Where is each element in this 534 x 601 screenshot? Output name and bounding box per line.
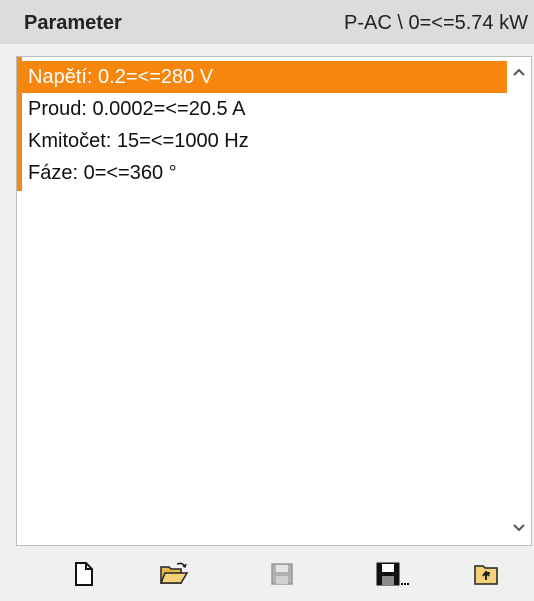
list-item-current[interactable]: Proud: 0.0002=<=20.5 A <box>22 93 507 125</box>
list-toolbar <box>16 552 532 598</box>
list-item-frequency[interactable]: Kmitočet: 15=<=1000 Hz <box>22 125 507 157</box>
open-folder-icon <box>159 561 189 592</box>
save-as-icon <box>375 561 409 592</box>
vertical-scrollbar[interactable] <box>507 57 531 545</box>
folder-up-icon <box>473 562 499 591</box>
panel-title: Parameter <box>24 12 122 34</box>
device-range-info: P-AC \ 0=<=5.74 kW <box>344 12 528 34</box>
parameter-list[interactable]: Napětí: 0.2=<=280 V Proud: 0.0002=<=20.5… <box>16 56 532 546</box>
parameter-list-area: Napětí: 0.2=<=280 V Proud: 0.0002=<=20.5… <box>17 57 507 545</box>
new-document-icon <box>73 561 95 592</box>
list-item-voltage[interactable]: Napětí: 0.2=<=280 V <box>22 61 507 93</box>
parameter-panel: Parameter P-AC \ 0=<=5.74 kW Napětí: 0.2… <box>0 0 534 601</box>
new-button[interactable] <box>64 556 104 596</box>
panel-header: Parameter P-AC \ 0=<=5.74 kW <box>0 0 534 44</box>
open-button[interactable] <box>154 556 194 596</box>
save-icon <box>270 562 294 591</box>
save-as-button[interactable] <box>372 556 412 596</box>
chevron-down-icon[interactable] <box>507 517 531 541</box>
save-button[interactable] <box>262 556 302 596</box>
folder-up-button[interactable] <box>466 556 506 596</box>
list-item-phase[interactable]: Fáze: 0=<=360 ° <box>22 157 507 189</box>
chevron-up-icon[interactable] <box>507 61 531 85</box>
